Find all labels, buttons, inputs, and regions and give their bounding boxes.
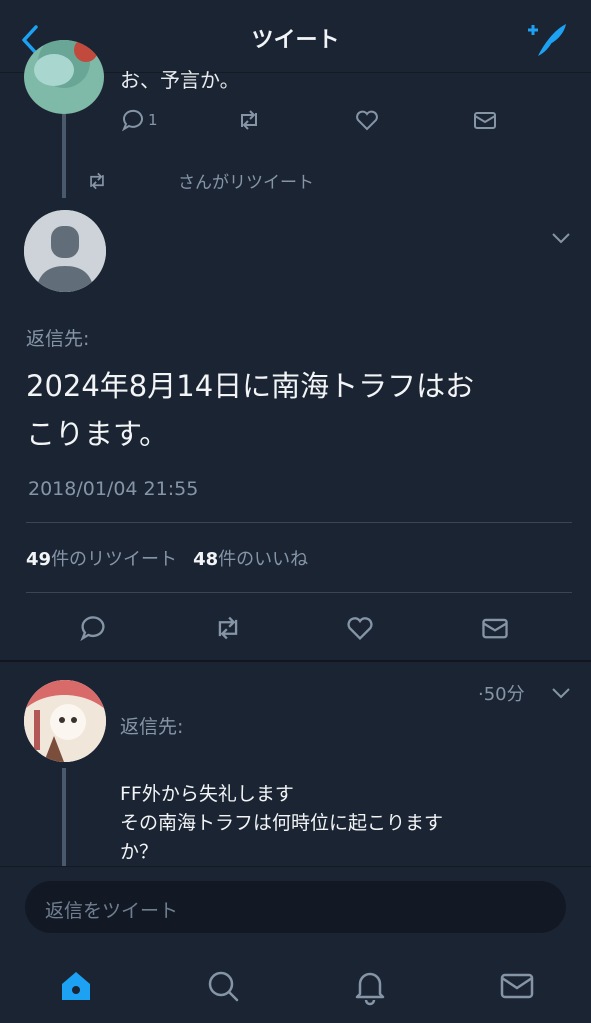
likes-label: 件のいいね: [218, 549, 309, 570]
divider: [26, 592, 572, 593]
likes-stat[interactable]: 48件のいいね: [193, 545, 308, 571]
reply-to-label: 返信先:: [120, 716, 184, 738]
compose-tweet-button[interactable]: [524, 20, 570, 60]
tweet-body-line: こります。: [26, 417, 169, 451]
reply-tweet-body: FF外から失礼します その南海トラフは何時位に起こります か？: [120, 780, 550, 867]
search-icon: [208, 971, 239, 1002]
reply-tweet-avatar[interactable]: [24, 680, 106, 762]
heart-icon: [356, 110, 378, 131]
tab-notifications[interactable]: [350, 966, 390, 1006]
prev-like-button[interactable]: [354, 102, 394, 138]
reply-tweet-time: ·50分: [478, 684, 525, 705]
section-divider: [0, 660, 591, 662]
reply-options-chevron-icon[interactable]: [550, 686, 572, 700]
reply-input[interactable]: 返信をツイート: [25, 881, 566, 933]
bell-icon: [355, 972, 385, 1006]
prev-retweet-button[interactable]: [236, 102, 276, 138]
compose-feather-icon: [528, 24, 566, 56]
default-profile-icon: [24, 210, 106, 292]
reply-body-line: か？: [120, 841, 159, 863]
tab-messages[interactable]: [497, 966, 537, 1006]
retweets-count: 49: [26, 549, 52, 570]
thread-line: [62, 114, 66, 198]
reply-icon: [121, 109, 143, 132]
dm-button[interactable]: [480, 610, 520, 646]
likes-count: 48: [193, 549, 219, 570]
like-button[interactable]: [345, 610, 385, 646]
thread-line: [62, 768, 66, 868]
tweet-timestamp: 2018/01/04 21:55: [28, 478, 199, 500]
retweet-button[interactable]: [212, 610, 252, 646]
reply-body-line: その南海トラフは何時位に起こります: [120, 812, 444, 834]
heart-icon: [347, 617, 373, 641]
tab-home[interactable]: [56, 966, 96, 1006]
mail-icon: [482, 618, 508, 639]
prev-dm-button[interactable]: [472, 102, 512, 138]
main-tweet-avatar[interactable]: [24, 210, 106, 292]
retweets-stat[interactable]: 49件のリツイート: [26, 545, 177, 571]
tweet-body: 2024年8月14日に南海トラフはお こります。: [26, 362, 566, 458]
tweet-stats: 49件のリツイート 48件のいいね: [26, 545, 308, 571]
retweet-icon: [90, 172, 104, 190]
home-icon: [62, 972, 90, 1000]
reply-to-label: 返信先:: [26, 328, 90, 350]
mail-icon: [500, 973, 534, 999]
retweets-label: 件のリツイート: [51, 549, 178, 570]
previous-tweet-text: お、予言か。: [120, 68, 240, 92]
reply-button[interactable]: [78, 610, 118, 646]
prev-reply-button[interactable]: 1: [120, 102, 160, 138]
mail-icon: [474, 112, 496, 129]
prev-reply-count: 1: [148, 111, 158, 129]
tweet-body-line: 2024年8月14日に南海トラフはお: [26, 369, 475, 403]
retweet-icon: [241, 110, 257, 130]
retweet-context-text: さんがリツイート: [178, 173, 314, 193]
divider: [26, 522, 572, 523]
tab-search[interactable]: [203, 966, 243, 1006]
reply-icon: [80, 616, 105, 642]
retweet-context-icon-wrap: [86, 166, 108, 196]
previous-tweet-avatar[interactable]: [24, 40, 104, 114]
retweet-icon: [218, 616, 238, 640]
tweet-options-chevron-icon[interactable]: [550, 231, 572, 245]
reply-body-line: FF外から失礼します: [120, 783, 294, 805]
